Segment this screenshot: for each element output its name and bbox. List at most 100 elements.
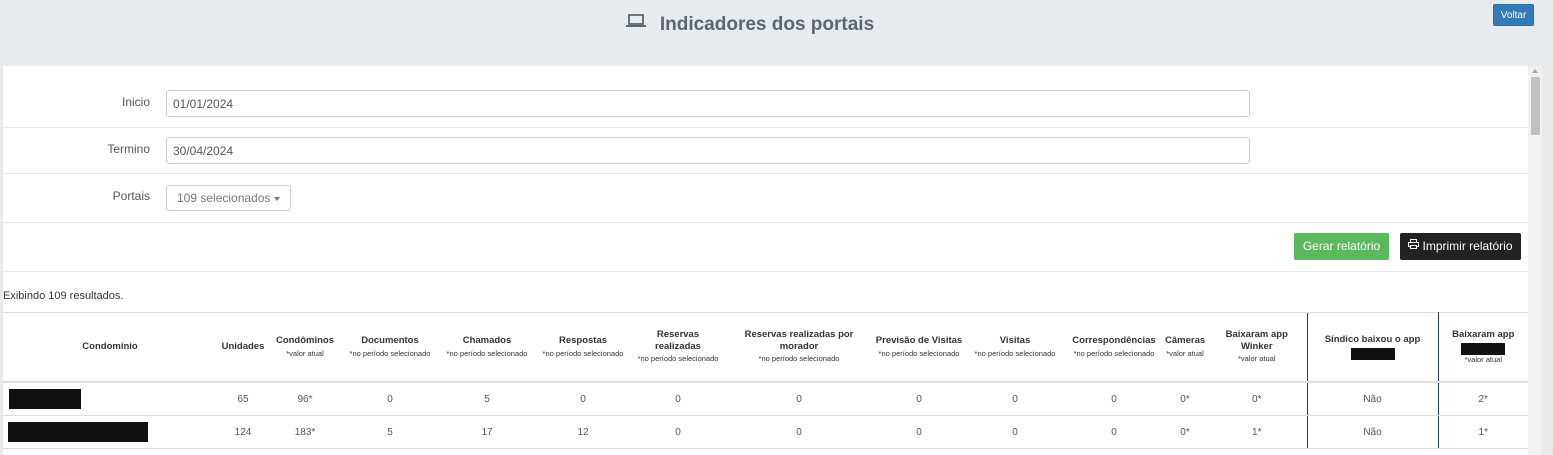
- table-cell: 0: [1065, 415, 1163, 449]
- col-header-note: *no período selecionado: [637, 354, 719, 364]
- col-header-label: Síndico baixou o app: [1324, 334, 1421, 346]
- col-header-sindico-app: Síndico baixou o app: [1306, 312, 1439, 383]
- end-date-row: Termino: [3, 127, 1528, 174]
- col-header-label: Condomínio: [82, 341, 138, 353]
- redacted-block: [8, 422, 148, 442]
- col-header-note: *valor atual: [1166, 348, 1204, 358]
- print-icon: [1408, 232, 1420, 259]
- col-header-respostas: Respostas *no período selecionado: [535, 312, 631, 383]
- redacted-block: [1310, 347, 1436, 360]
- table-cell: 1*: [1438, 415, 1528, 449]
- table-cell: 5: [341, 415, 439, 449]
- page-title-text: Indicadores dos portais: [659, 14, 875, 35]
- col-header-previsao-visitas: Previsão de Visitas *no período seleciona…: [873, 312, 965, 383]
- laptop-icon: [625, 12, 646, 34]
- table-cell: 0: [965, 415, 1065, 449]
- table-cell: 5: [439, 382, 535, 416]
- table-cell: 0*: [1163, 382, 1207, 416]
- table-cell: 0: [965, 382, 1065, 416]
- start-date-input[interactable]: [166, 90, 1250, 117]
- table-cell: 0: [725, 382, 873, 416]
- table-cell: 0: [1065, 382, 1163, 416]
- table-cell: 65: [217, 382, 269, 416]
- vertical-scrollbar[interactable]: [1528, 66, 1542, 455]
- table-cell: 1*: [1207, 415, 1307, 449]
- table-row: 65 96* 0 5 0 0 0 0 0 0 0* 0* Não 2*: [3, 382, 1528, 416]
- col-header-correspondencias: Correspondências *no período selecionado: [1065, 312, 1163, 383]
- col-header-label: Documentos: [361, 334, 419, 346]
- table-cell: 0: [873, 415, 965, 449]
- col-header-baixaram-app: Baixaram app *valor atual: [1438, 312, 1528, 383]
- table-cell: 2*: [1438, 382, 1528, 416]
- print-report-button[interactable]: Imprimir relatório: [1400, 233, 1521, 260]
- col-header-label: Reservas realizadas por morador: [744, 328, 854, 352]
- results-count: Exibindo 109 resultados.: [3, 290, 124, 302]
- col-header-note: *no período selecionado: [1073, 348, 1155, 358]
- indicators-table: Condomínio Unidades Condôminos *valor atu…: [3, 312, 1528, 449]
- table-cell: 0: [341, 382, 439, 416]
- table-cell: 0: [535, 382, 631, 416]
- col-header-note: *valor atual: [1464, 354, 1503, 364]
- col-header-documentos: Documentos *no período selecionado: [341, 312, 439, 383]
- col-header-note: *valor atual: [286, 348, 324, 358]
- end-date-label: Termino: [107, 142, 150, 156]
- table-cell: 17: [439, 415, 535, 449]
- table-cell: Não: [1306, 382, 1439, 416]
- col-header-condominio: Condomínio: [3, 312, 217, 383]
- portals-label: Portais: [112, 189, 150, 203]
- col-header-note: *no período selecionado: [974, 348, 1056, 358]
- table-row: 124 183* 5 17 12 0 0 0 0 0 0* 1* Não 1*: [3, 415, 1528, 449]
- redacted-block: [1441, 342, 1527, 355]
- col-header-label: Visitas: [999, 334, 1031, 346]
- col-header-condominos: Condôminos *valor atual: [269, 312, 341, 383]
- table-cell: 96*: [269, 382, 341, 416]
- col-header-label: Unidades: [221, 341, 265, 353]
- table-header-row: Condomínio Unidades Condôminos *valor atu…: [3, 312, 1528, 383]
- table-cell: 0: [631, 415, 725, 449]
- col-header-label: Baixaram app: [1452, 328, 1515, 340]
- col-header-baixaram-winker: Baixaram app Winker *valor atual: [1207, 312, 1307, 383]
- portals-row: Portais 109 selecionados: [3, 173, 1528, 223]
- table-cell: 0: [873, 382, 965, 416]
- col-header-visitas: Visitas *no período selecionado: [965, 312, 1065, 383]
- col-header-note: *no período selecionado: [878, 348, 960, 358]
- col-header-cameras: Câmeras *valor atual: [1163, 312, 1207, 383]
- col-header-label: Reservas realizadas: [655, 328, 701, 352]
- start-date-row: Inicio: [3, 66, 1528, 128]
- col-header-note: *valor atual: [1237, 354, 1276, 364]
- condominio-name-cell: [3, 382, 217, 416]
- col-header-label: Condôminos: [275, 334, 335, 346]
- top-bar: Indicadores dos portais Voltar: [0, 0, 1553, 62]
- col-header-label: Correspondências: [1072, 334, 1156, 346]
- portals-multiselect[interactable]: 109 selecionados: [166, 185, 292, 211]
- scroll-up-arrow-icon[interactable]: [1532, 69, 1538, 73]
- table-cell: 12: [535, 415, 631, 449]
- table-cell: 124: [217, 415, 269, 449]
- table-cell: Não: [1306, 415, 1439, 449]
- generate-report-button[interactable]: Gerar relatório: [1294, 233, 1389, 260]
- caret-down-icon: [274, 196, 281, 201]
- col-header-label: Baixaram app Winker: [1225, 328, 1288, 352]
- table-cell: 0*: [1163, 415, 1207, 449]
- scrollbar-thumb[interactable]: [1531, 77, 1540, 135]
- print-report-label: Imprimir relatório: [1422, 239, 1513, 253]
- end-date-input[interactable]: [166, 137, 1250, 164]
- start-date-label: Inicio: [121, 95, 150, 109]
- back-button[interactable]: Voltar: [1493, 4, 1534, 26]
- col-header-label: Previsão de Visitas: [875, 334, 963, 346]
- page-title: Indicadores dos portais: [0, 14, 1500, 36]
- main-panel: Inicio Termino Portais 109 selecionados …: [3, 66, 1528, 455]
- col-header-label: Respostas: [558, 334, 608, 346]
- col-header-chamados: Chamados *no período selecionado: [439, 312, 535, 383]
- table-cell: 0*: [1207, 382, 1307, 416]
- col-header-label: Câmeras: [1165, 334, 1206, 346]
- col-header-reservas: Reservas realizadas *no período seleciona…: [631, 312, 725, 383]
- col-header-note: *no período selecionado: [349, 348, 431, 358]
- portals-selected-text: 109 selecionados: [177, 191, 271, 205]
- col-header-note: *no período selecionado: [446, 348, 528, 358]
- table-cell: 0: [631, 382, 725, 416]
- table-cell: 0: [725, 415, 873, 449]
- col-header-note: *no período selecionado: [542, 348, 624, 358]
- condominio-name-cell: [3, 415, 217, 449]
- redacted-block: [9, 389, 81, 409]
